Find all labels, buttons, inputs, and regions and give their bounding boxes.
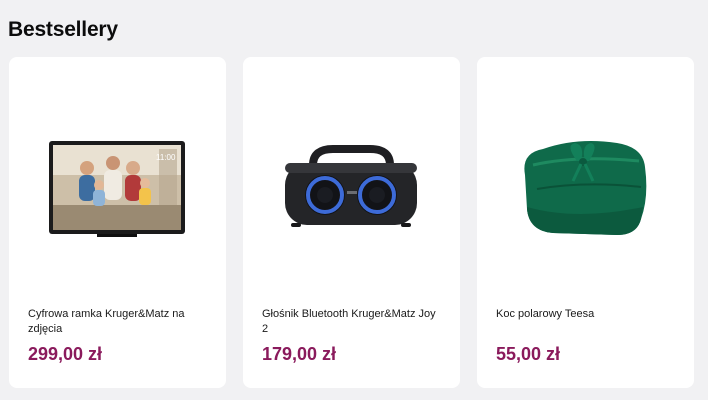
- digital-photo-frame-image[interactable]: 11:00: [9, 57, 226, 292]
- product-name[interactable]: Cyfrowa ramka Kruger&Matz na zdjęcia: [28, 307, 208, 337]
- product-price: 299,00 zł: [28, 344, 103, 364]
- fleece-blanket-image[interactable]: [477, 57, 694, 292]
- product-card[interactable]: Głośnik Bluetooth Kruger&Matz Joy 2 179,…: [243, 57, 460, 388]
- section-title: Bestsellery: [8, 18, 118, 42]
- frame-clock: 11:00: [156, 153, 176, 162]
- product-price: 55,00 zł: [496, 344, 561, 364]
- bluetooth-speaker-image[interactable]: [243, 57, 460, 292]
- product-card[interactable]: Koc polarowy Teesa 55,00 zł: [477, 57, 694, 388]
- product-card[interactable]: 11:00 Cyfrowa ramka Kruger&Matz na zdjęc…: [9, 57, 226, 388]
- product-name[interactable]: Koc polarowy Teesa: [496, 307, 676, 322]
- product-name[interactable]: Głośnik Bluetooth Kruger&Matz Joy 2: [262, 307, 442, 337]
- product-price: 179,00 zł: [262, 344, 337, 364]
